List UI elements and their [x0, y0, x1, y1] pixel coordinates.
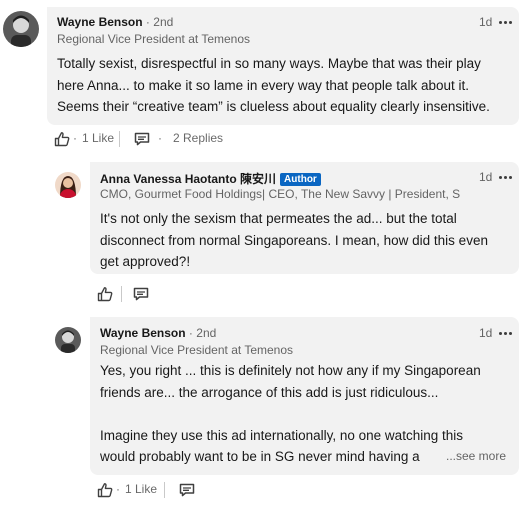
likes-count[interactable]: 1 Like: [82, 131, 114, 145]
comment-line: Totally sexist, disrespectful in so many…: [57, 56, 481, 71]
reply-author-name[interactable]: Wayne Benson · 2nd: [100, 326, 216, 340]
reply-button[interactable]: [133, 287, 149, 301]
commenter-avatar[interactable]: [55, 327, 81, 353]
separator-dot: ·: [73, 131, 77, 145]
reply-timestamp: 1d: [479, 170, 493, 184]
reply-button[interactable]: [179, 483, 195, 497]
more-options-icon[interactable]: [499, 21, 513, 25]
connection-degree: 2nd: [153, 15, 174, 29]
comment-icon: [133, 287, 149, 301]
separator-dot: ·: [116, 482, 120, 496]
thumbs-up-icon: [97, 483, 113, 498]
reply-author-name[interactable]: Anna Vanessa Haotanto 陳安川 Author: [100, 170, 321, 187]
comment-line: here Anna... to make it so lame in every…: [57, 77, 469, 93]
comment-icon: [134, 132, 150, 146]
reply-actions: · 1 Like: [97, 482, 217, 498]
author-name-text[interactable]: Wayne Benson: [57, 15, 143, 29]
reply-text: Yes, you right ... this is definitely no…: [100, 360, 481, 468]
reply-timestamp: 1d: [479, 326, 493, 340]
comment-bubble: Wayne Benson · 2nd Regional Vice Preside…: [47, 7, 519, 125]
like-button[interactable]: [97, 286, 113, 302]
author-badge: Author: [280, 173, 321, 186]
action-divider: [119, 131, 120, 147]
reply-line: would probably want to be in SG never mi…: [100, 449, 420, 464]
separator-dot: ·: [188, 326, 193, 340]
author-headline: Regional Vice President at Temenos: [100, 343, 294, 357]
likes-count[interactable]: 1 Like: [125, 482, 157, 496]
action-divider: [164, 482, 165, 498]
replies-count[interactable]: 2 Replies: [173, 131, 223, 145]
connection-degree: 2nd: [196, 326, 217, 340]
author-name-text[interactable]: Anna Vanessa Haotanto 陳安川: [100, 172, 276, 186]
reply-line: friends are... the arrogance of this add…: [100, 384, 439, 400]
comment-text: Totally sexist, disrespectful in so many…: [57, 53, 490, 118]
comment-author-name[interactable]: Wayne Benson · 2nd: [57, 15, 173, 29]
reply-bubble: Anna Vanessa Haotanto 陳安川 Author CMO, Gou…: [90, 162, 519, 274]
more-options-icon[interactable]: [499, 176, 513, 180]
reply-button[interactable]: [134, 132, 150, 146]
author-name-text[interactable]: Wayne Benson: [100, 326, 186, 340]
more-options-icon[interactable]: [499, 332, 513, 336]
thumbs-up-icon: [97, 287, 113, 302]
commenter-avatar[interactable]: [3, 11, 39, 47]
reply-bubble: Wayne Benson · 2nd Regional Vice Preside…: [90, 317, 519, 475]
author-headline: Regional Vice President at Temenos: [57, 32, 251, 46]
profile-photo-icon: [3, 11, 39, 47]
like-button[interactable]: [97, 482, 113, 498]
reply-actions: [97, 286, 217, 302]
profile-photo-icon: [55, 327, 81, 353]
reply-line: Imagine they use this ad internationally…: [100, 427, 463, 443]
thumbs-up-icon: [54, 132, 70, 147]
author-headline: CMO, Gourmet Food Holdings| CEO, The New…: [100, 187, 460, 201]
comment-actions: · 1 Like · 2 Replies: [54, 131, 294, 147]
comment-icon: [179, 483, 195, 497]
reply-text: It's not only the sexism that permeates …: [100, 208, 488, 273]
reply-line: get approved?!: [100, 254, 191, 269]
separator-dot: ·: [158, 131, 162, 145]
profile-photo-icon: [55, 172, 81, 198]
separator-dot: ·: [145, 15, 150, 29]
see-more-link[interactable]: ...see more: [440, 449, 507, 463]
comment-timestamp: 1d: [479, 15, 493, 29]
reply-line: Yes, you right ... this is definitely no…: [100, 363, 481, 378]
comment-line: Seems their “creative team” is clueless …: [57, 99, 490, 114]
action-divider: [121, 286, 122, 302]
reply-line: [100, 403, 481, 425]
reply-line: It's not only the sexism that permeates …: [100, 211, 457, 226]
commenter-avatar[interactable]: [55, 172, 81, 198]
reply-line: disconnect from normal Singaporeans. I m…: [100, 232, 488, 248]
like-button[interactable]: [54, 131, 70, 147]
